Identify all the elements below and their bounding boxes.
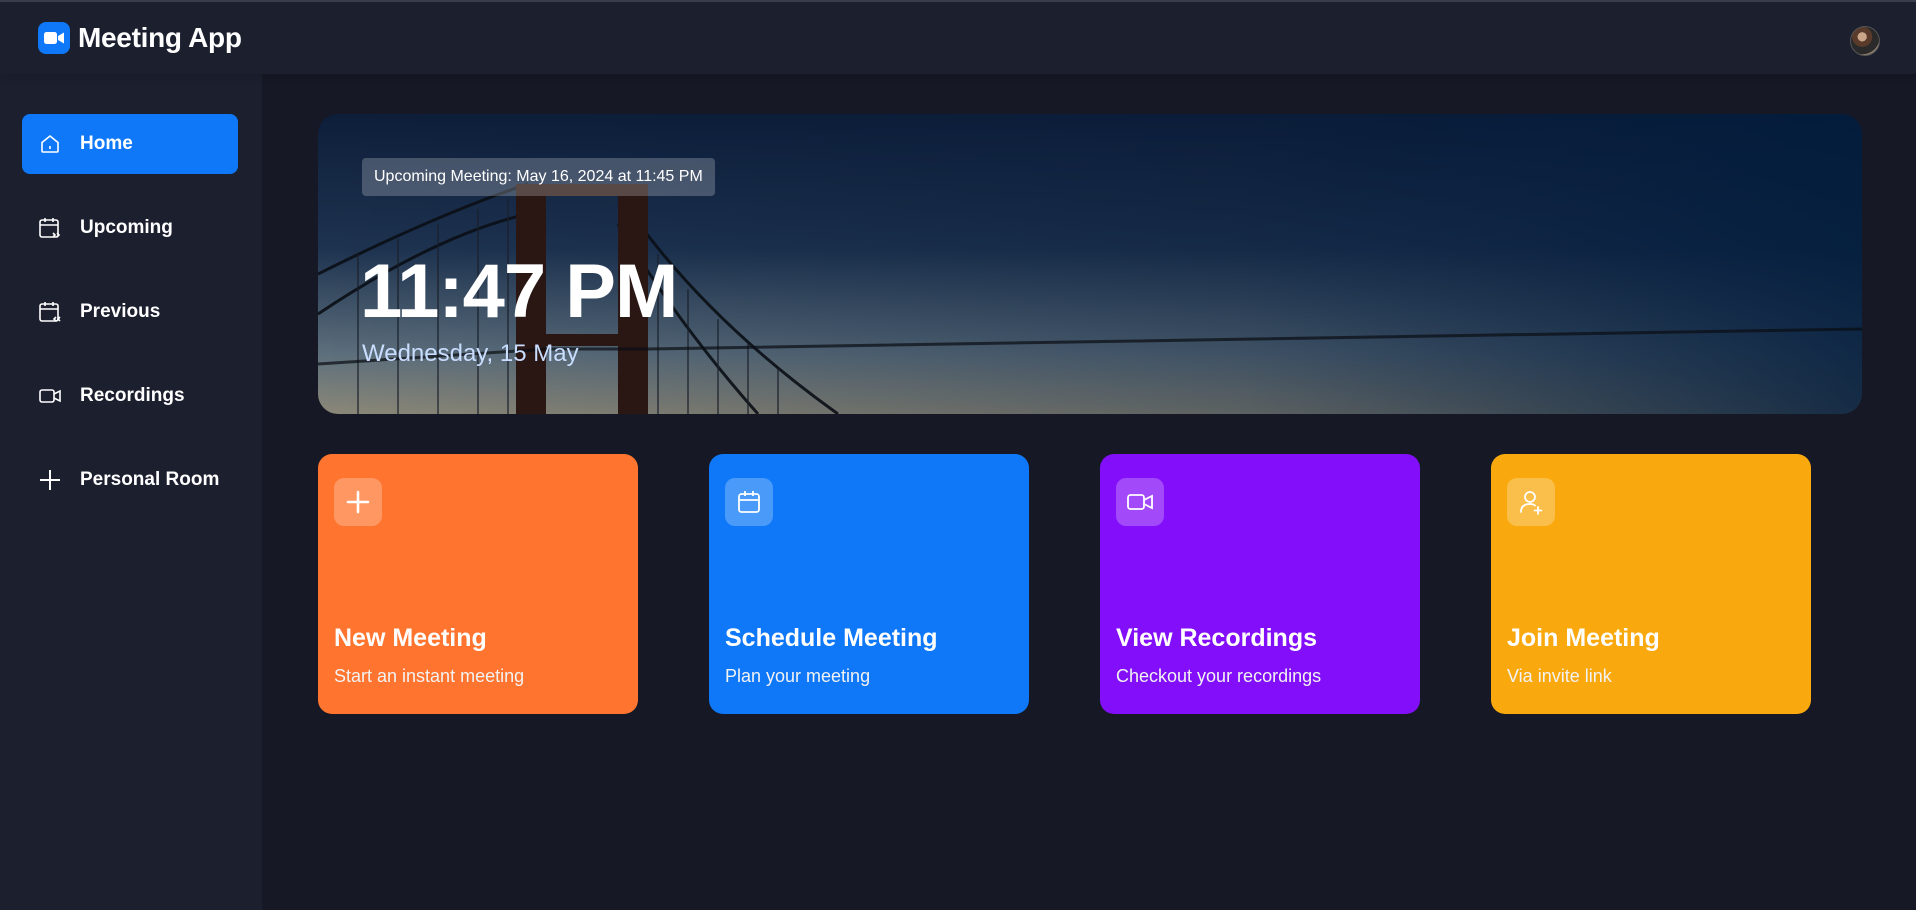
join-meeting-card[interactable]: Join Meeting Via invite link	[1491, 454, 1811, 714]
current-date: Wednesday, 15 May	[362, 340, 579, 367]
sidebar: Home Upcoming Previous Recordings Person…	[0, 74, 262, 910]
current-time: 11:47 PM	[360, 249, 678, 334]
sidebar-item-label: Previous	[80, 301, 161, 322]
card-subtitle: Plan your meeting	[725, 666, 871, 686]
app-title: Meeting App	[78, 22, 242, 53]
home-icon	[36, 130, 64, 158]
calendar-icon	[725, 478, 773, 526]
upcoming-meeting-badge: Upcoming Meeting: May 16, 2024 at 11:45 …	[362, 158, 715, 196]
hero-banner: Upcoming Meeting: May 16, 2024 at 11:45 …	[318, 114, 1862, 414]
plus-icon	[36, 466, 64, 494]
plus-icon	[334, 478, 382, 526]
video-icon	[1116, 478, 1164, 526]
calendar-forward-icon	[36, 214, 64, 242]
card-subtitle: Checkout your recordings	[1116, 666, 1322, 686]
card-subtitle: Start an instant meeting	[334, 666, 525, 686]
sidebar-item-label: Upcoming	[80, 217, 173, 238]
app-logo[interactable]: Meeting App	[38, 22, 242, 54]
card-title: Join Meeting	[1507, 624, 1660, 652]
video-icon	[36, 382, 64, 410]
sidebar-item-previous[interactable]: Previous	[22, 282, 238, 342]
main-content: Upcoming Meeting: May 16, 2024 at 11:45 …	[262, 74, 1916, 910]
view-recordings-card[interactable]: View Recordings Checkout your recordings	[1100, 454, 1420, 714]
sidebar-item-label: Personal Room	[80, 469, 220, 490]
sidebar-item-label: Home	[80, 133, 133, 154]
sidebar-item-label: Recordings	[80, 385, 185, 406]
card-title: Schedule Meeting	[725, 624, 938, 652]
new-meeting-card[interactable]: New Meeting Start an instant meeting	[318, 454, 638, 714]
sidebar-item-home[interactable]: Home	[22, 114, 238, 174]
top-bar: Meeting App	[0, 0, 1916, 74]
sidebar-item-personal-room[interactable]: Personal Room	[22, 450, 238, 510]
card-subtitle: Via invite link	[1507, 666, 1612, 686]
card-title: New Meeting	[334, 624, 487, 652]
card-title: View Recordings	[1116, 624, 1317, 652]
schedule-meeting-card[interactable]: Schedule Meeting Plan your meeting	[709, 454, 1029, 714]
avatar[interactable]	[1850, 26, 1880, 56]
calendar-back-icon	[36, 298, 64, 326]
user-plus-icon	[1507, 478, 1555, 526]
sidebar-item-upcoming[interactable]: Upcoming	[22, 198, 238, 258]
sidebar-item-recordings[interactable]: Recordings	[22, 366, 238, 426]
video-camera-icon	[38, 22, 70, 54]
